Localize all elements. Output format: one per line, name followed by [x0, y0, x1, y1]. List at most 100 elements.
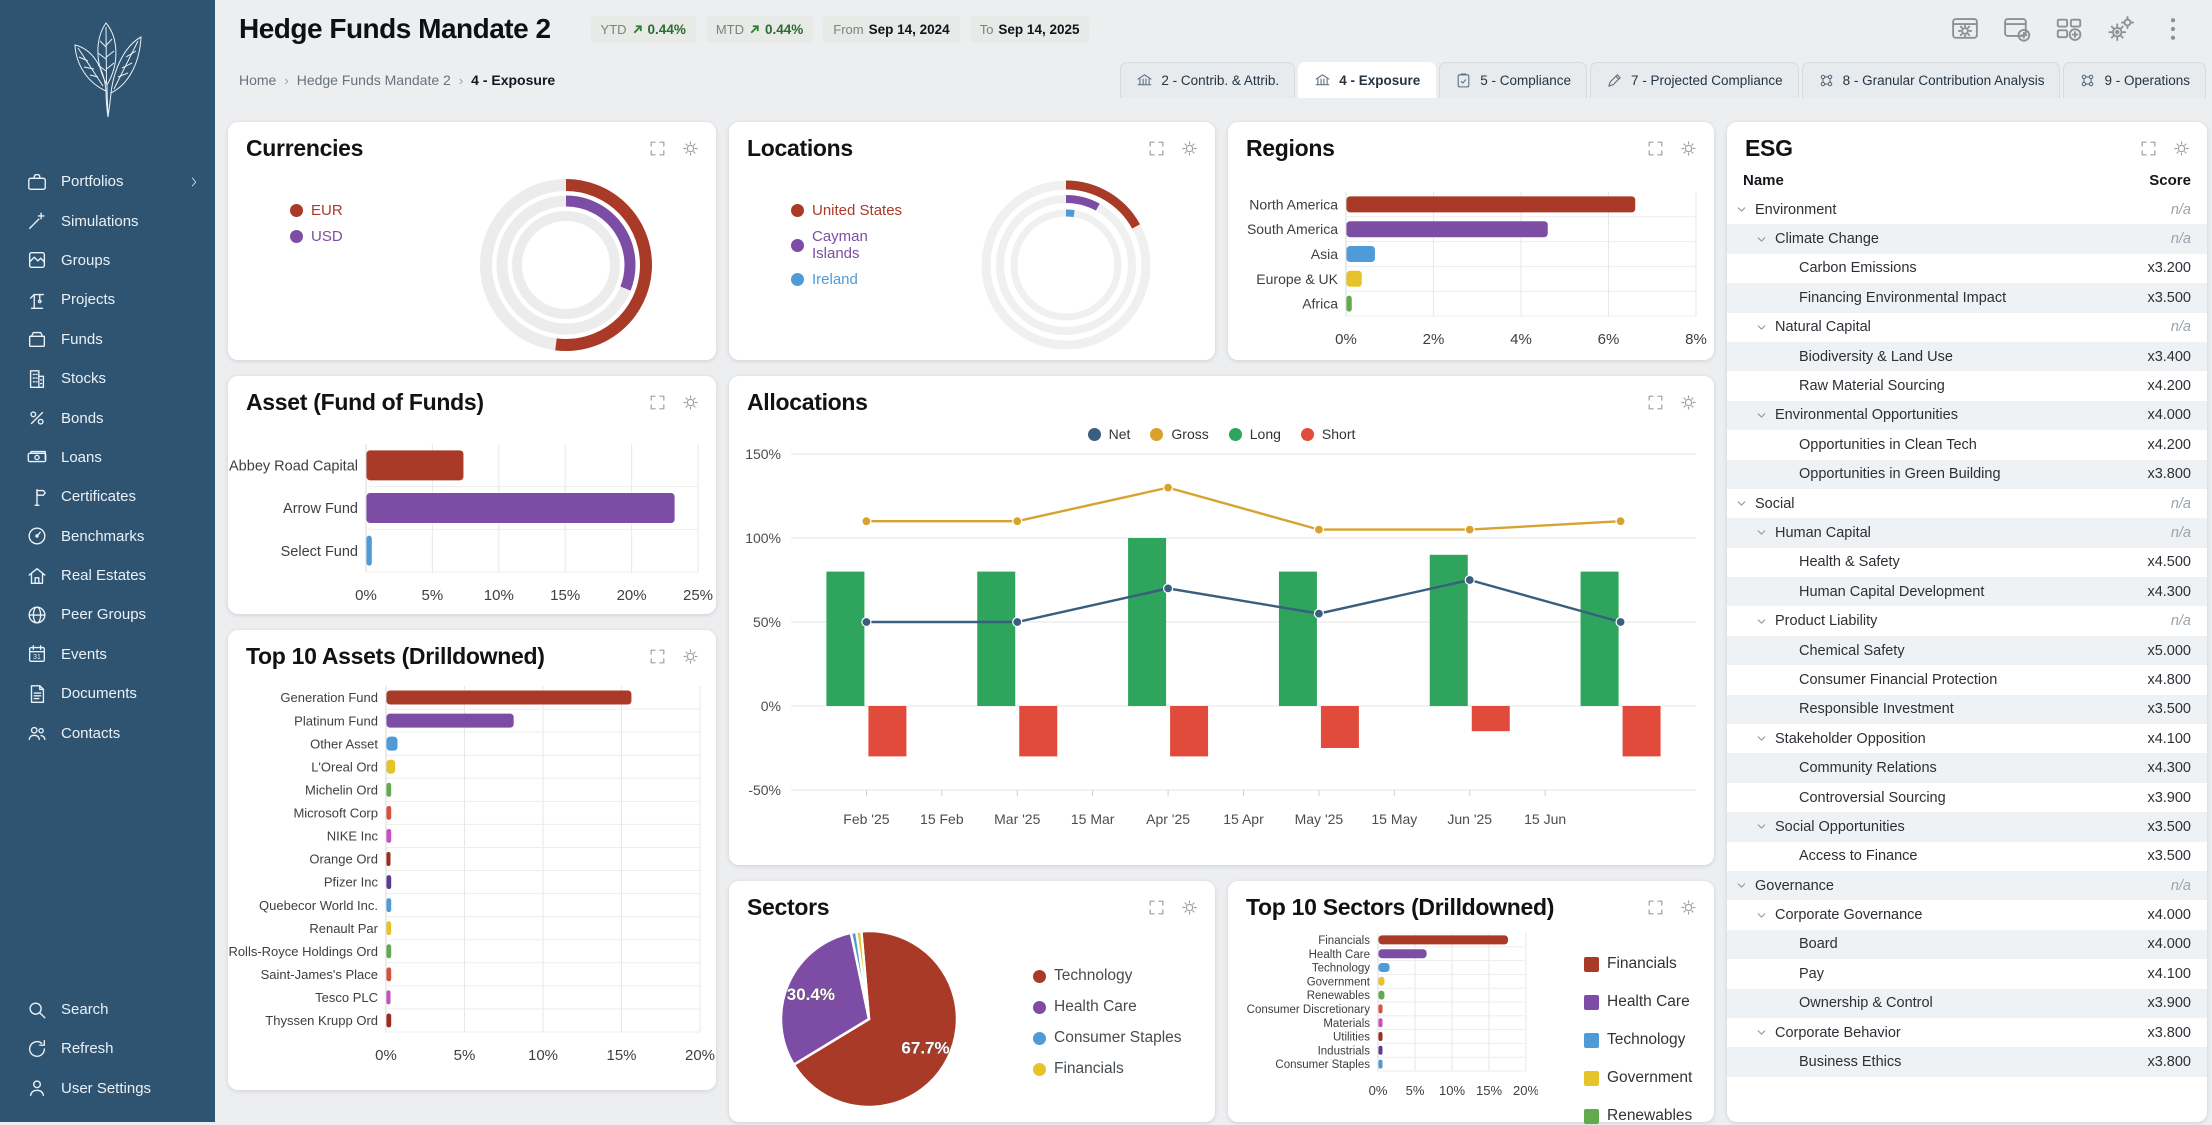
- tab-4-exposure[interactable]: 4 - Exposure: [1298, 62, 1436, 98]
- panel-settings-icon[interactable]: [681, 647, 700, 666]
- breadcrumb-item[interactable]: Hedge Funds Mandate 2: [297, 72, 451, 88]
- locations-radial-chart[interactable]: [916, 168, 1215, 358]
- tab-2-contrib-attrib-[interactable]: 2 - Contrib. & Attrib.: [1120, 62, 1295, 98]
- esg-row[interactable]: Opportunities in Green Buildingx3.800: [1727, 460, 2207, 489]
- tab-9-operations[interactable]: 9 - Operations: [2063, 62, 2206, 98]
- sidebar-item-events[interactable]: 31Events: [0, 635, 215, 674]
- add-widget-icon[interactable]: [2054, 14, 2084, 44]
- legend-item-technology[interactable]: Technology: [1033, 967, 1182, 985]
- esg-row[interactable]: Natural Capitaln/a: [1727, 313, 2207, 342]
- sidebar-item-peer-groups[interactable]: Peer Groups: [0, 595, 215, 634]
- sectors-pie-chart[interactable]: 67.7%30.4%: [729, 927, 1019, 1115]
- sidebar-action-user-settings[interactable]: User Settings: [0, 1069, 215, 1108]
- sidebar-item-funds[interactable]: Funds: [0, 320, 215, 359]
- top-assets-bar-chart[interactable]: 0%5%10%15%20%Generation FundPlatinum Fun…: [228, 676, 716, 1084]
- esg-row[interactable]: Governancen/a: [1727, 871, 2207, 900]
- currencies-radial-chart[interactable]: [416, 168, 716, 358]
- legend-item-health-care[interactable]: Health Care: [1033, 998, 1182, 1016]
- esg-row[interactable]: Controversial Sourcingx3.900: [1727, 783, 2207, 812]
- esg-row[interactable]: Biodiversity & Land Usex3.400: [1727, 342, 2207, 371]
- legend-item-consumer-staples[interactable]: Consumer Staples: [1033, 1029, 1182, 1047]
- legend-item-gross[interactable]: Gross: [1150, 426, 1208, 442]
- esg-row[interactable]: Product Liabilityn/a: [1727, 606, 2207, 635]
- legend-item-ireland[interactable]: Ireland: [791, 271, 916, 288]
- sidebar-item-groups[interactable]: Groups: [0, 241, 215, 280]
- esg-row[interactable]: Human Capital Developmentx4.300: [1727, 577, 2207, 606]
- to-date-chip[interactable]: To Sep 14, 2025: [970, 16, 1090, 43]
- esg-row[interactable]: Climate Changen/a: [1727, 224, 2207, 253]
- sidebar-item-benchmarks[interactable]: Benchmarks: [0, 517, 215, 556]
- sidebar-action-search[interactable]: Search: [0, 990, 215, 1029]
- sidebar-item-contacts[interactable]: Contacts: [0, 713, 215, 752]
- sidebar-item-simulations[interactable]: Simulations: [0, 201, 215, 240]
- esg-row[interactable]: Raw Material Sourcingx4.200: [1727, 371, 2207, 400]
- legend-item-net[interactable]: Net: [1088, 426, 1131, 442]
- legend-item-technology[interactable]: Technology: [1584, 1031, 1692, 1049]
- panel-settings-icon[interactable]: [681, 393, 700, 412]
- esg-row[interactable]: Corporate Behaviorx3.800: [1727, 1018, 2207, 1047]
- legend-item-united-states[interactable]: United States: [791, 202, 916, 219]
- panel-settings-icon[interactable]: [1180, 898, 1199, 917]
- sidebar-item-portfolios[interactable]: Portfolios: [0, 162, 215, 201]
- panel-settings-icon[interactable]: [1679, 898, 1698, 917]
- tab-8-granular-contribution-analysis[interactable]: 8 - Granular Contribution Analysis: [1802, 62, 2061, 98]
- esg-row[interactable]: Stakeholder Oppositionx4.100: [1727, 724, 2207, 753]
- from-date-chip[interactable]: From Sep 14, 2024: [823, 16, 959, 43]
- legend-item-long[interactable]: Long: [1229, 426, 1281, 442]
- legend-item-eur[interactable]: EUR: [290, 202, 416, 219]
- expand-icon[interactable]: [648, 647, 667, 666]
- esg-row[interactable]: Financing Environmental Impactx3.500: [1727, 283, 2207, 312]
- panel-settings-icon[interactable]: [1679, 393, 1698, 412]
- expand-icon[interactable]: [1147, 139, 1166, 158]
- breadcrumb-item[interactable]: Home: [239, 72, 276, 88]
- legend-item-government[interactable]: Government: [1584, 1069, 1692, 1087]
- sidebar-item-certificates[interactable]: Certificates: [0, 477, 215, 516]
- esg-row[interactable]: Community Relationsx4.300: [1727, 753, 2207, 782]
- expand-icon[interactable]: [1646, 898, 1665, 917]
- expand-icon[interactable]: [2139, 139, 2158, 158]
- esg-row[interactable]: Boardx4.000: [1727, 930, 2207, 959]
- more-menu-icon[interactable]: [2158, 14, 2188, 44]
- sidebar-item-bonds[interactable]: Bonds: [0, 398, 215, 437]
- legend-item-financials[interactable]: Financials: [1584, 955, 1692, 973]
- dashboard-settings-icon[interactable]: [1950, 14, 1980, 44]
- sidebar-item-real-estates[interactable]: Real Estates: [0, 556, 215, 595]
- esg-row[interactable]: Socialn/a: [1727, 489, 2207, 518]
- sidebar-item-loans[interactable]: Loans: [0, 438, 215, 477]
- esg-row[interactable]: Chemical Safetyx5.000: [1727, 636, 2207, 665]
- asset-fof-bar-chart[interactable]: 0%5%10%15%20%25%Abbey Road CapitalArrow …: [228, 422, 716, 610]
- esg-row[interactable]: Human Capitaln/a: [1727, 518, 2207, 547]
- esg-row[interactable]: Health & Safetyx4.500: [1727, 548, 2207, 577]
- sidebar-item-projects[interactable]: Projects: [0, 280, 215, 319]
- panel-settings-icon[interactable]: [2172, 139, 2191, 158]
- automation-gears-icon[interactable]: [2106, 14, 2136, 44]
- esg-row[interactable]: Ownership & Controlx3.900: [1727, 989, 2207, 1018]
- add-window-icon[interactable]: [2002, 14, 2032, 44]
- legend-item-usd[interactable]: USD: [290, 228, 416, 245]
- expand-icon[interactable]: [1646, 393, 1665, 412]
- legend-item-health-care[interactable]: Health Care: [1584, 993, 1692, 1011]
- sidebar-item-stocks[interactable]: Stocks: [0, 359, 215, 398]
- esg-row[interactable]: Corporate Governancex4.000: [1727, 900, 2207, 929]
- expand-icon[interactable]: [1646, 139, 1665, 158]
- expand-icon[interactable]: [648, 393, 667, 412]
- esg-row[interactable]: Social Opportunitiesx3.500: [1727, 812, 2207, 841]
- panel-settings-icon[interactable]: [681, 139, 700, 158]
- esg-row[interactable]: Responsible Investmentx3.500: [1727, 695, 2207, 724]
- sidebar-item-documents[interactable]: Documents: [0, 674, 215, 713]
- legend-item-cayman-islands[interactable]: Cayman Islands: [791, 228, 916, 262]
- esg-row[interactable]: Business Ethicsx3.800: [1727, 1047, 2207, 1076]
- esg-row[interactable]: Opportunities in Clean Techx4.200: [1727, 430, 2207, 459]
- regions-bar-chart[interactable]: 0%2%4%6%8%North AmericaSouth AmericaAsia…: [1228, 168, 1714, 356]
- panel-settings-icon[interactable]: [1679, 139, 1698, 158]
- esg-row[interactable]: Access to Financex3.500: [1727, 842, 2207, 871]
- esg-row[interactable]: Carbon Emissionsx3.200: [1727, 254, 2207, 283]
- legend-item-renewables[interactable]: Renewables: [1584, 1107, 1692, 1125]
- esg-row[interactable]: Payx4.100: [1727, 959, 2207, 988]
- tab-7-projected-compliance[interactable]: 7 - Projected Compliance: [1590, 62, 1799, 98]
- legend-item-financials[interactable]: Financials: [1033, 1060, 1182, 1078]
- expand-icon[interactable]: [1147, 898, 1166, 917]
- panel-settings-icon[interactable]: [1180, 139, 1199, 158]
- sidebar-action-refresh[interactable]: Refresh: [0, 1029, 215, 1068]
- tab-5-compliance[interactable]: 5 - Compliance: [1439, 62, 1587, 98]
